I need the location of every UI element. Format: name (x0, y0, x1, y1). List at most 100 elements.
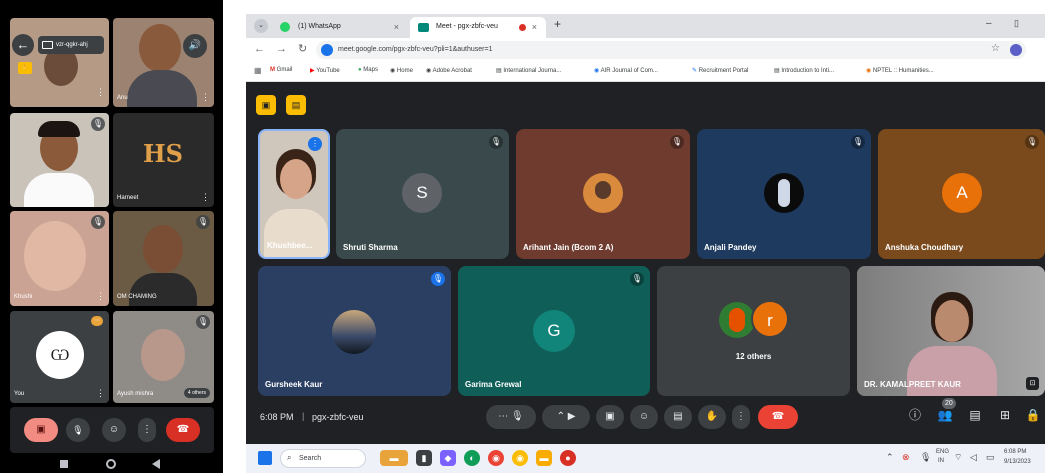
tab-list-chevron-icon[interactable]: ⌄ (254, 19, 268, 33)
nav-back-button[interactable] (152, 459, 160, 469)
mic-button[interactable]: 🎙 (66, 418, 90, 442)
others-tile[interactable]: r 12 others (657, 266, 850, 396)
wifi-icon[interactable]: ⌔ (954, 452, 962, 463)
volume-icon[interactable]: ◁ (970, 452, 977, 463)
host-controls-button[interactable]: 🔒 (1022, 404, 1044, 426)
windows-start-icon[interactable] (258, 451, 272, 465)
close-tab-icon[interactable]: × (394, 22, 399, 32)
lang-code[interactable]: ENG (936, 449, 949, 455)
file-explorer-icon[interactable]: ▮ (416, 450, 432, 466)
captions-button[interactable]: ▤ (664, 405, 692, 429)
kebab-menu-icon[interactable]: ⋮ (96, 292, 105, 301)
bookmark-intro[interactable]: ▤ Introduction to Inti... (774, 67, 834, 74)
clock-time[interactable]: 6:08 PM (1004, 449, 1026, 455)
bookmark-air-journal[interactable]: ◉ AIR Journal of Com... (594, 67, 658, 74)
phone-tile-3[interactable]: 🎙 (10, 113, 109, 207)
more-options-button[interactable]: ⋮ (732, 405, 750, 429)
bookmark-recruitment[interactable]: ✎ Recruitment Portal (692, 67, 748, 74)
site-info-icon[interactable] (321, 44, 333, 56)
mic-off-icon: 🎙 (630, 272, 644, 286)
participant-tile[interactable]: 🎙 Gursheek Kaur (258, 266, 451, 396)
video-off-button[interactable]: ▣ (24, 418, 58, 442)
phone-tile-5[interactable]: 🎙 Khushi ⋮ (10, 211, 109, 306)
region-code[interactable]: IN (938, 458, 944, 464)
nav-recents-button[interactable] (60, 460, 68, 468)
participant-tile[interactable]: G 🎙 Garima Grewal (458, 266, 650, 396)
nav-home-button[interactable] (106, 459, 116, 469)
close-tab-icon[interactable]: × (532, 22, 537, 32)
bookmark-nptel[interactable]: ◉ NPTEL :: Humanities... (866, 67, 934, 74)
speaker-button[interactable]: 🔊 (183, 34, 207, 58)
tray-mic-icon[interactable]: 🎙 (920, 452, 931, 463)
kebab-menu-icon[interactable]: ⋮ (201, 93, 210, 102)
restore-window-button[interactable]: ▯ (1014, 18, 1019, 29)
kebab-menu-icon[interactable]: ⋮ (201, 193, 210, 202)
apps-grid-icon[interactable]: ▦ (254, 66, 262, 75)
profile-icon[interactable] (1010, 44, 1022, 56)
meeting-code-chip[interactable]: vzr-qgkr-ahj (38, 36, 104, 54)
files-icon[interactable]: ▬ (536, 450, 552, 466)
chrome-profile-icon[interactable]: ◉ (512, 450, 528, 466)
reload-icon[interactable]: ↻ (298, 42, 307, 55)
pin-icon[interactable]: ⊡ (1026, 377, 1039, 390)
others-chip[interactable]: 4 others (183, 388, 210, 398)
minimize-window-button[interactable]: – (986, 18, 992, 29)
participant-avatar: A (942, 173, 982, 213)
new-tab-button[interactable]: + (554, 17, 561, 31)
address-bar[interactable]: meet.google.com/pgx-zbfc-veu?pli=1&authu… (316, 41, 1026, 59)
audio-settings-button[interactable]: ⋯ 🎙 (486, 405, 536, 429)
bookmark-youtube[interactable]: ▶ YouTube (310, 67, 340, 74)
chrome-icon[interactable]: ◉ (488, 450, 504, 466)
widgets-icon[interactable]: ▬ (380, 450, 408, 466)
participant-name: Harneet (117, 195, 139, 201)
emoji-button[interactable]: ☺ (630, 405, 658, 429)
kebab-menu-icon[interactable]: ⋮ (96, 389, 105, 398)
recording-badge[interactable]: ▤ (286, 95, 306, 115)
participant-tile[interactable]: ⋮ Khushbee... (258, 129, 330, 259)
participant-name: Garima Grewal (465, 380, 522, 389)
present-button[interactable]: ▣ (596, 405, 624, 429)
time-separator: | (302, 411, 305, 421)
meeting-details-button[interactable]: ⓘ (904, 404, 926, 426)
phone-tile-8[interactable]: 🎙 Ayush mishra 4 others (113, 311, 214, 403)
more-options-button[interactable]: ⋮ (138, 418, 156, 442)
participant-name: Anshuka Choudhary (885, 243, 964, 252)
participant-tile[interactable]: DR. KAMALPREET KAUR ⊡ (857, 266, 1045, 396)
copilot-icon[interactable]: ◆ (440, 450, 456, 466)
forward-arrow-icon[interactable]: → (276, 43, 287, 55)
back-button[interactable]: ← (12, 34, 34, 56)
hang-up-button[interactable]: ☎ (166, 418, 200, 442)
activities-button[interactable]: ⊞ (994, 404, 1016, 426)
bookmark-adobe[interactable]: ◉ Adobe Acrobat (426, 67, 472, 74)
emoji-button[interactable]: ☺ (102, 418, 126, 442)
phone-tile-self[interactable]: Ѡ ⋯ You ⋮ (10, 311, 109, 403)
back-arrow-icon[interactable]: ← (254, 43, 265, 55)
bookmark-star-icon[interactable]: ☆ (991, 43, 1000, 54)
participant-tile[interactable]: 🎙 Anjali Pandey (697, 129, 871, 259)
tray-app-icon[interactable]: ⊗ (902, 452, 910, 463)
chat-button[interactable]: ▤ (964, 404, 986, 426)
captions-badge[interactable]: ▣ (256, 95, 276, 115)
raise-hand-button[interactable]: ✋ (698, 405, 726, 429)
leave-call-button[interactable]: ☎ (758, 405, 798, 429)
battery-icon[interactable]: ▭ (986, 452, 995, 463)
tab-whatsapp[interactable]: (1) WhatsApp × (272, 17, 408, 38)
bookmark-gmail[interactable]: M Gmail (270, 67, 292, 73)
clock-date[interactable]: 9/13/2023 (1004, 459, 1031, 465)
media-icon[interactable]: ● (560, 450, 576, 466)
edge-icon[interactable]: ◐ (464, 450, 480, 466)
participant-tile[interactable]: S 🎙 Shruti Sharma (336, 129, 509, 259)
phone-tile-4[interactable]: HS Harneet ⋮ (113, 113, 214, 207)
tray-chevron-icon[interactable]: ⌃ (886, 452, 894, 463)
participant-tile[interactable]: A 🎙 Anshuka Choudhary (878, 129, 1045, 259)
bookmark-int-journal[interactable]: ▤ International Journa... (496, 67, 561, 74)
participant-tile[interactable]: 🎙 Arihant Jain (Bcom 2 A) (516, 129, 690, 259)
tab-meet[interactable]: Meet - pgx-zbfc-veu × (410, 17, 546, 38)
bookmark-home[interactable]: ◉ Home (390, 67, 413, 74)
phone-tile-2[interactable]: Anu ⋮ (113, 18, 214, 107)
taskbar-search[interactable]: ⌕ Search (280, 449, 366, 468)
video-settings-button[interactable]: ⌃ ▶ (542, 405, 590, 429)
phone-tile-6[interactable]: 🎙 OM CHAMING (113, 211, 214, 306)
bookmark-maps[interactable]: ● Maps (358, 67, 378, 73)
kebab-menu-icon[interactable]: ⋮ (96, 88, 105, 97)
